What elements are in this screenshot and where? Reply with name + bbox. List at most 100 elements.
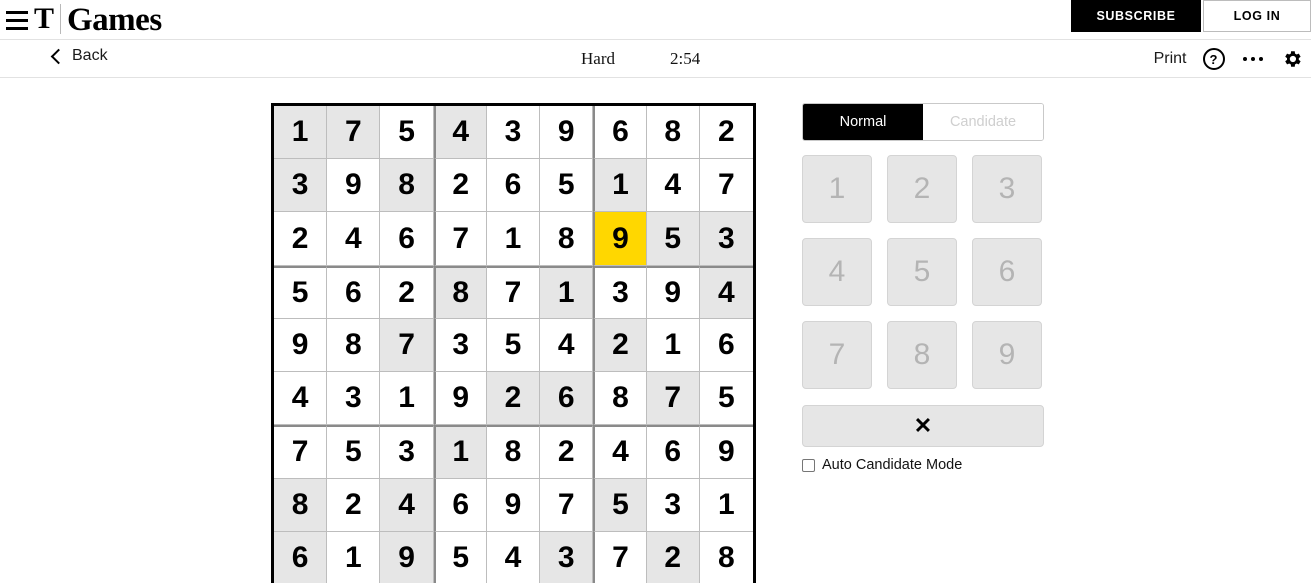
- sudoku-cell-r8c2[interactable]: 2: [327, 478, 381, 532]
- erase-button[interactable]: ✕: [802, 405, 1044, 447]
- sudoku-cell-r9c1[interactable]: 6: [274, 531, 328, 583]
- sudoku-cell-r2c4[interactable]: 2: [433, 159, 487, 213]
- sudoku-cell-r5c5[interactable]: 5: [486, 318, 541, 373]
- sudoku-cell-r6c4[interactable]: 9: [433, 372, 487, 426]
- timer-display[interactable]: 2:54: [670, 49, 700, 69]
- sudoku-cell-r6c8[interactable]: 7: [646, 372, 700, 426]
- sudoku-cell-r2c5[interactable]: 6: [486, 159, 541, 213]
- sudoku-cell-r2c2[interactable]: 9: [327, 159, 381, 213]
- number-pad[interactable]: 123 456 789: [802, 155, 1044, 389]
- hamburger-menu-icon[interactable]: [0, 4, 34, 36]
- sudoku-cell-r5c1[interactable]: 9: [274, 318, 328, 373]
- sudoku-cell-r5c8[interactable]: 1: [646, 318, 700, 373]
- sudoku-board[interactable]: 1754396823982651472467189535628713949873…: [271, 103, 756, 583]
- sudoku-cell-r3c9[interactable]: 3: [699, 212, 753, 266]
- sudoku-cell-r4c8[interactable]: 9: [646, 265, 700, 319]
- sudoku-cell-r8c5[interactable]: 9: [486, 478, 541, 532]
- sudoku-cell-r8c9[interactable]: 1: [699, 478, 753, 532]
- sudoku-cell-r9c3[interactable]: 9: [380, 531, 434, 583]
- number-button-4[interactable]: 4: [802, 238, 872, 306]
- sudoku-cell-r5c4[interactable]: 3: [433, 318, 487, 373]
- sudoku-cell-r1c6[interactable]: 9: [540, 106, 594, 160]
- sudoku-cell-r2c6[interactable]: 5: [540, 159, 594, 213]
- sudoku-cell-r6c9[interactable]: 5: [699, 372, 753, 426]
- back-button[interactable]: Back: [52, 47, 108, 65]
- number-button-2[interactable]: 2: [887, 155, 957, 223]
- mode-candidate-button[interactable]: Candidate: [923, 104, 1043, 140]
- sudoku-cell-r4c9[interactable]: 4: [699, 265, 753, 319]
- nyt-games-logo[interactable]: T Games: [34, 0, 162, 40]
- sudoku-cell-r7c2[interactable]: 5: [327, 425, 381, 479]
- sudoku-cell-r5c9[interactable]: 6: [699, 318, 753, 373]
- sudoku-cell-r8c3[interactable]: 4: [380, 478, 434, 532]
- sudoku-cell-r4c5[interactable]: 7: [486, 265, 541, 319]
- login-button[interactable]: LOG IN: [1203, 0, 1311, 32]
- sudoku-cell-r2c9[interactable]: 7: [699, 159, 753, 213]
- number-button-5[interactable]: 5: [887, 238, 957, 306]
- sudoku-cell-r6c6[interactable]: 6: [540, 372, 594, 426]
- sudoku-cell-r2c1[interactable]: 3: [274, 159, 328, 213]
- sudoku-cell-r3c2[interactable]: 4: [327, 212, 381, 266]
- sudoku-cell-r6c7[interactable]: 8: [593, 372, 647, 426]
- sudoku-cell-r3c3[interactable]: 6: [380, 212, 434, 266]
- sudoku-cell-r1c5[interactable]: 3: [486, 106, 541, 160]
- auto-candidate-checkbox[interactable]: [802, 458, 815, 472]
- sudoku-cell-r7c4[interactable]: 1: [433, 425, 487, 479]
- sudoku-cell-r3c7[interactable]: 9: [593, 212, 647, 266]
- sudoku-cell-r4c3[interactable]: 2: [380, 265, 434, 319]
- sudoku-cell-r6c2[interactable]: 3: [327, 372, 381, 426]
- sudoku-cell-r4c4[interactable]: 8: [433, 265, 487, 319]
- ellipsis-icon[interactable]: [1241, 51, 1266, 68]
- sudoku-cell-r5c6[interactable]: 4: [540, 318, 594, 373]
- sudoku-cell-r4c7[interactable]: 3: [593, 265, 647, 319]
- number-button-8[interactable]: 8: [887, 321, 957, 389]
- number-button-6[interactable]: 6: [972, 238, 1042, 306]
- sudoku-cell-r8c4[interactable]: 6: [433, 478, 487, 532]
- sudoku-cell-r3c1[interactable]: 2: [274, 212, 328, 266]
- sudoku-cell-r2c7[interactable]: 1: [593, 159, 647, 213]
- sudoku-cell-r9c7[interactable]: 7: [593, 531, 647, 583]
- sudoku-cell-r1c2[interactable]: 7: [327, 106, 381, 160]
- sudoku-cell-r9c5[interactable]: 4: [486, 531, 541, 583]
- sudoku-cell-r9c2[interactable]: 1: [327, 531, 381, 583]
- subscribe-button[interactable]: SUBSCRIBE: [1071, 0, 1201, 32]
- sudoku-cell-r1c9[interactable]: 2: [699, 106, 753, 160]
- sudoku-cell-r9c8[interactable]: 2: [646, 531, 700, 583]
- sudoku-cell-r4c6[interactable]: 1: [540, 265, 594, 319]
- sudoku-cell-r8c8[interactable]: 3: [646, 478, 700, 532]
- sudoku-cell-r6c5[interactable]: 2: [486, 372, 541, 426]
- sudoku-cell-r5c7[interactable]: 2: [593, 318, 647, 373]
- sudoku-cell-r6c3[interactable]: 1: [380, 372, 434, 426]
- sudoku-cell-r2c3[interactable]: 8: [380, 159, 434, 213]
- number-button-3[interactable]: 3: [972, 155, 1042, 223]
- sudoku-cell-r8c6[interactable]: 7: [540, 478, 594, 532]
- sudoku-cell-r4c2[interactable]: 6: [327, 265, 381, 319]
- sudoku-cell-r7c9[interactable]: 9: [699, 425, 753, 479]
- sudoku-cell-r1c8[interactable]: 8: [646, 106, 700, 160]
- sudoku-cell-r7c1[interactable]: 7: [274, 425, 328, 479]
- sudoku-cell-r1c1[interactable]: 1: [274, 106, 328, 160]
- sudoku-cell-r7c5[interactable]: 8: [486, 425, 541, 479]
- sudoku-cell-r2c8[interactable]: 4: [646, 159, 700, 213]
- sudoku-cell-r5c3[interactable]: 7: [380, 318, 434, 373]
- sudoku-cell-r3c8[interactable]: 5: [646, 212, 700, 266]
- number-button-7[interactable]: 7: [802, 321, 872, 389]
- sudoku-cell-r7c7[interactable]: 4: [593, 425, 647, 479]
- auto-candidate-row[interactable]: Auto Candidate Mode: [802, 457, 1044, 473]
- sudoku-cell-r6c1[interactable]: 4: [274, 372, 328, 426]
- sudoku-cell-r1c3[interactable]: 5: [380, 106, 434, 160]
- print-button[interactable]: Print: [1154, 50, 1187, 68]
- sudoku-cell-r7c8[interactable]: 6: [646, 425, 700, 479]
- sudoku-cell-r7c3[interactable]: 3: [380, 425, 434, 479]
- sudoku-cell-r8c1[interactable]: 8: [274, 478, 328, 532]
- number-button-1[interactable]: 1: [802, 155, 872, 223]
- sudoku-cell-r9c4[interactable]: 5: [433, 531, 487, 583]
- help-icon[interactable]: ?: [1202, 48, 1225, 70]
- sudoku-cell-r1c7[interactable]: 6: [593, 106, 647, 160]
- sudoku-cell-r3c4[interactable]: 7: [433, 212, 487, 266]
- gear-icon[interactable]: [1281, 48, 1303, 70]
- sudoku-cell-r9c6[interactable]: 3: [540, 531, 594, 583]
- sudoku-cell-r7c6[interactable]: 2: [540, 425, 594, 479]
- number-button-9[interactable]: 9: [972, 321, 1042, 389]
- sudoku-cell-r4c1[interactable]: 5: [274, 265, 328, 319]
